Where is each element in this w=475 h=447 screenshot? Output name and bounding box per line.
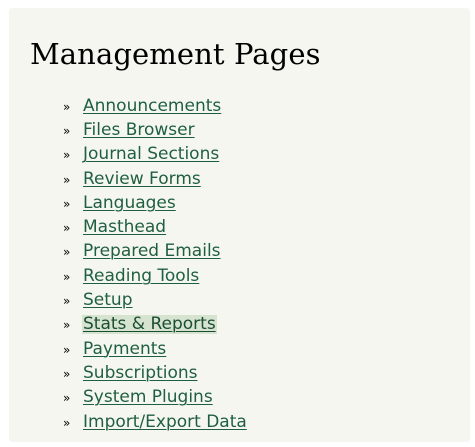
bullet-icon: » bbox=[63, 221, 71, 236]
bullet-icon: » bbox=[63, 342, 71, 357]
page-title: Management Pages bbox=[30, 37, 321, 71]
bullet-icon: » bbox=[63, 415, 71, 430]
list-item-system-plugins: » System Plugins bbox=[63, 386, 248, 410]
bullet-icon: » bbox=[63, 99, 71, 114]
list-item-files-browser: » Files Browser bbox=[63, 118, 248, 142]
setup-link[interactable]: Setup bbox=[82, 291, 133, 310]
system-plugins-link[interactable]: System Plugins bbox=[82, 388, 214, 407]
list-item-masthead: » Masthead bbox=[63, 215, 248, 239]
reading-tools-link[interactable]: Reading Tools bbox=[82, 266, 200, 286]
list-item-subscriptions: » Subscriptions bbox=[63, 361, 248, 385]
list-item-announcements: » Announcements bbox=[63, 94, 248, 118]
bullet-icon: » bbox=[63, 391, 71, 406]
payments-link[interactable]: Payments bbox=[82, 339, 167, 359]
management-panel: Management Pages » Announcements » Files… bbox=[9, 8, 470, 442]
list-item-stats-reports: » Stats & Reports bbox=[63, 313, 248, 337]
languages-link[interactable]: Languages bbox=[82, 193, 177, 213]
list-item-prepared-emails: » Prepared Emails bbox=[63, 240, 248, 264]
bullet-icon: » bbox=[63, 245, 71, 260]
list-item-setup: » Setup bbox=[63, 288, 248, 312]
files-browser-link[interactable]: Files Browser bbox=[82, 120, 196, 140]
bullet-icon: » bbox=[63, 172, 71, 187]
list-item-import-export-data: » Import/Export Data bbox=[63, 410, 248, 434]
list-item-payments: » Payments bbox=[63, 337, 248, 361]
import-export-data-link[interactable]: Import/Export Data bbox=[82, 412, 248, 432]
bullet-icon: » bbox=[63, 196, 71, 211]
list-item-journal-sections: » Journal Sections bbox=[63, 143, 248, 167]
management-links-list: » Announcements » Files Browser » Journa… bbox=[63, 94, 248, 434]
bullet-icon: » bbox=[63, 318, 71, 333]
review-forms-link[interactable]: Review Forms bbox=[82, 169, 202, 189]
journal-sections-link[interactable]: Journal Sections bbox=[82, 145, 220, 164]
list-item-review-forms: » Review Forms bbox=[63, 167, 248, 191]
prepared-emails-link[interactable]: Prepared Emails bbox=[82, 242, 222, 261]
list-item-reading-tools: » Reading Tools bbox=[63, 264, 248, 288]
stats-reports-link[interactable]: Stats & Reports bbox=[82, 315, 217, 335]
list-item-languages: » Languages bbox=[63, 191, 248, 215]
subscriptions-link[interactable]: Subscriptions bbox=[82, 363, 198, 383]
bullet-icon: » bbox=[63, 294, 71, 309]
bullet-icon: » bbox=[63, 123, 71, 138]
bullet-icon: » bbox=[63, 269, 71, 284]
bullet-icon: » bbox=[63, 366, 71, 381]
masthead-link[interactable]: Masthead bbox=[82, 218, 167, 237]
bullet-icon: » bbox=[63, 148, 71, 163]
announcements-link[interactable]: Announcements bbox=[82, 96, 222, 116]
